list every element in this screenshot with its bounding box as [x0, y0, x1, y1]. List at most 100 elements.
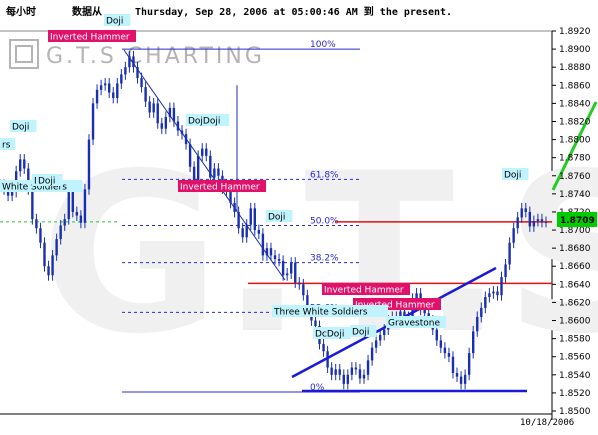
price-bar-body: [112, 92, 115, 98]
y-tick-label: 1.8780: [559, 154, 591, 164]
price-bar-body: [374, 340, 378, 348]
price-bar-body: [512, 228, 515, 243]
price-bar-body: [201, 148, 204, 156]
price-bar-body: [273, 255, 277, 259]
price-bar-body: [23, 159, 26, 169]
x-axis-date: 10/18/2006: [520, 418, 574, 428]
price-bar-body: [322, 344, 325, 352]
price-bar-body: [87, 139, 91, 190]
price-bar-body: [269, 248, 273, 256]
price-bar-body: [71, 192, 74, 212]
price-bar-body: [415, 293, 418, 299]
price-bar-body: [528, 211, 532, 227]
price-bar-body: [366, 360, 370, 375]
price-bar-body: [140, 78, 143, 88]
fib-level-label: 50.0%: [310, 217, 339, 227]
watermark-text: G.T.S CHARTING: [46, 44, 265, 69]
price-bar-body: [467, 353, 471, 375]
y-tick-label: 1.8560: [559, 353, 591, 363]
fib-level-label: 61.8%: [310, 170, 339, 180]
price-bar-body: [35, 219, 38, 229]
price-bar-body: [160, 123, 163, 129]
price-bar-body: [108, 83, 111, 93]
price-bar-body: [314, 320, 317, 326]
price-bar-body: [504, 264, 507, 278]
price-bar-body: [31, 189, 34, 220]
price-bar-body: [302, 284, 305, 296]
price-bar-body: [253, 208, 256, 231]
y-tick-label: 1.8860: [559, 81, 591, 91]
price-bar-body: [334, 369, 337, 375]
price-bar-body: [298, 282, 301, 285]
price-bar-body: [241, 228, 244, 238]
price-bar-body: [536, 219, 540, 221]
price-bar-body: [330, 367, 333, 375]
price-bar-body: [544, 221, 548, 223]
price-bar-body: [439, 340, 443, 348]
price-bar-body: [492, 291, 495, 294]
price-bar-body: [63, 219, 66, 226]
price-bar-body: [294, 262, 297, 283]
price-bar-body: [383, 329, 386, 335]
pattern-label: Doji: [268, 213, 285, 223]
price-bar-body: [496, 291, 499, 296]
y-tick-label: 1.8600: [559, 317, 591, 327]
price-bar-body: [43, 242, 46, 267]
price-bar-body: [472, 331, 475, 354]
pattern-label: Doji: [504, 171, 521, 181]
y-tick-label: 1.8760: [559, 172, 591, 182]
price-bar-body: [488, 293, 491, 297]
price-bar-body: [358, 369, 362, 379]
price-bar-body: [120, 74, 123, 84]
y-tick-label: 1.8880: [559, 63, 591, 73]
y-tick-label: 1.8920: [559, 27, 591, 37]
price-bar-body: [338, 369, 341, 375]
price-bar-body: [95, 89, 99, 104]
price-bar-body: [156, 103, 159, 124]
fib-level-label: 100%: [310, 40, 336, 50]
price-bar-body: [205, 148, 208, 156]
price-bar-body: [249, 208, 252, 225]
price-bar-body: [47, 266, 50, 276]
price-bar-body: [362, 374, 366, 379]
y-tick-label: 1.8540: [559, 371, 591, 381]
price-bar-body: [148, 101, 151, 113]
pattern-label: Doji: [38, 177, 55, 187]
price-bar-body: [116, 83, 119, 98]
price-bar-body: [10, 192, 14, 196]
price-bar-body: [342, 374, 345, 384]
y-tick-label: 1.8620: [559, 298, 591, 308]
price-bar-body: [451, 356, 455, 373]
current-price-flag: 1.8709: [557, 212, 597, 227]
price-bar-body: [354, 367, 358, 370]
price-bar-body: [459, 376, 463, 384]
price-bar-body: [435, 329, 438, 341]
price-bar-body: [91, 103, 95, 140]
price-bar-body: [346, 374, 350, 384]
price-bar-body: [261, 233, 265, 256]
pattern-label: DojDoji: [188, 117, 220, 127]
price-bar-body: [378, 335, 382, 341]
logo-icon: [9, 39, 39, 69]
price-bar-body: [79, 215, 83, 223]
candlestick-chart: 每小时 数据从 Thursday, Sep 28, 2006 at 05:00:…: [0, 5, 598, 428]
timeframe-label: 每小时: [6, 5, 36, 18]
price-bar-body: [39, 228, 42, 243]
price-bar-body: [540, 219, 544, 222]
pattern-label: Gravestone: [388, 319, 440, 329]
date-range-label: Thursday, Sep 28, 2006 at 05:00:46 AM 到 …: [135, 5, 452, 18]
price-bar-body: [350, 367, 354, 375]
pattern-label: Doji: [352, 328, 369, 338]
price-bar-body: [484, 297, 487, 308]
price-bar-body: [103, 83, 107, 86]
y-tick-label: 1.8820: [559, 117, 591, 127]
y-tick-label: 1.8680: [559, 244, 591, 254]
pattern-label: Inverted Hammer: [50, 33, 130, 43]
pattern-label: Doji: [12, 123, 29, 133]
price-bar-body: [370, 347, 374, 361]
price-bar-body: [164, 116, 168, 129]
price-bar-body: [447, 353, 451, 357]
y-tick-label: 1.8840: [559, 99, 591, 109]
fib-level-label: 38.2%: [310, 254, 339, 264]
price-bar-body: [463, 374, 467, 384]
